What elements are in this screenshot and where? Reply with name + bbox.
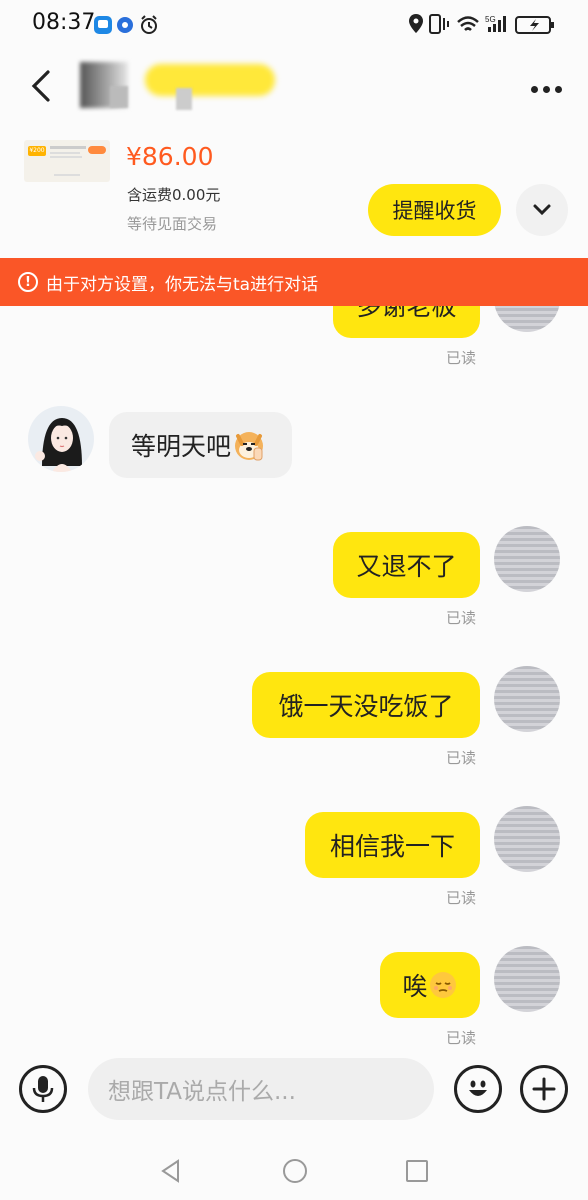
smiley-icon (469, 1080, 487, 1096)
my-avatar[interactable] (494, 526, 560, 592)
chevron-down-icon (533, 204, 551, 216)
contact-avatar[interactable] (28, 406, 94, 472)
nav-recents-icon[interactable] (404, 1158, 430, 1184)
message-bubble-me[interactable]: 多谢老板 (333, 306, 480, 338)
system-navigation-bar (0, 1140, 588, 1200)
my-avatar[interactable] (494, 666, 560, 732)
read-receipt: 已读 (446, 609, 477, 627)
shipping-fee: 含运费0.00元 (127, 186, 221, 204)
emoji-button[interactable] (454, 1065, 502, 1113)
thumb-line (54, 174, 80, 176)
message-bubble-me[interactable]: 又退不了 (333, 532, 480, 598)
product-thumbnail[interactable]: ¥200 (24, 140, 110, 182)
more-actions-button[interactable] (520, 1065, 568, 1113)
my-avatar[interactable] (494, 946, 560, 1012)
mosaic-block (145, 64, 275, 96)
dot-icon (555, 86, 562, 93)
notification-icons (94, 15, 157, 34)
nav-back-icon[interactable] (158, 1158, 184, 1184)
input-placeholder: 想跟TA说点什么... (108, 1079, 296, 1105)
remind-receipt-button[interactable]: 提醒收货 (368, 184, 501, 236)
avatar-texture (494, 306, 560, 332)
banner-text: 由于对方设置，你无法与ta进行对话 (46, 274, 319, 295)
thumb-button (88, 146, 106, 154)
read-receipt: 已读 (446, 889, 477, 907)
dot-icon (543, 86, 550, 93)
avatar-texture (494, 666, 560, 732)
message-bubble-other[interactable]: 等明天吧 (109, 412, 292, 478)
more-options-button[interactable] (526, 78, 562, 97)
status-bar: 08:37 5G (0, 0, 588, 52)
microphone-icon (32, 1076, 54, 1102)
thumb-line (50, 156, 82, 158)
message-text: 等明天吧 (131, 432, 232, 461)
nav-home-icon[interactable] (281, 1157, 309, 1185)
girl-illustration-icon (35, 418, 82, 472)
sad-face-emoji (429, 972, 456, 998)
plus-icon (532, 1077, 556, 1101)
thumb-line (50, 152, 80, 154)
blocked-banner: ! 由于对方设置，你无法与ta进行对话 (0, 258, 588, 306)
my-avatar[interactable] (494, 806, 560, 872)
read-receipt: 已读 (446, 749, 477, 767)
network-label: 5G (485, 15, 496, 24)
back-button[interactable] (22, 64, 66, 108)
voice-button[interactable] (19, 1065, 67, 1113)
thumb-line (50, 146, 86, 149)
message-bubble-me[interactable]: 唉 (380, 952, 480, 1018)
read-receipt: 已读 (446, 1029, 477, 1046)
avatar-texture (494, 526, 560, 592)
message-text: 唉 (402, 972, 428, 1001)
read-receipt: 已读 (446, 349, 477, 367)
dot-icon (531, 86, 538, 93)
thumb-tag: ¥200 (28, 146, 46, 156)
trade-status: 等待见面交易 (127, 215, 218, 233)
mosaic-block (176, 88, 192, 110)
chevron-left-icon (31, 70, 50, 102)
status-time: 08:37 (32, 10, 96, 35)
contact-name-censored[interactable] (78, 60, 278, 112)
message-input[interactable]: 想跟TA说点什么... (88, 1058, 434, 1120)
avatar-texture (494, 946, 560, 1012)
avatar-texture (494, 806, 560, 872)
chat-list[interactable]: 多谢老板 已读 等明天吧 又退不了 已读 饿一天没吃饭了 已读 相信我一下 已读… (0, 306, 588, 1046)
doge-emoji (235, 432, 264, 461)
mosaic-block (110, 86, 128, 108)
expand-button[interactable] (516, 184, 568, 236)
message-bubble-me[interactable]: 相信我一下 (305, 812, 480, 878)
my-avatar[interactable] (494, 306, 560, 332)
warning-icon: ! (18, 272, 38, 292)
message-bubble-me[interactable]: 饿一天没吃饭了 (252, 672, 480, 738)
product-price: ¥86.00 (126, 142, 214, 171)
system-status-icons: 5G (409, 14, 554, 34)
